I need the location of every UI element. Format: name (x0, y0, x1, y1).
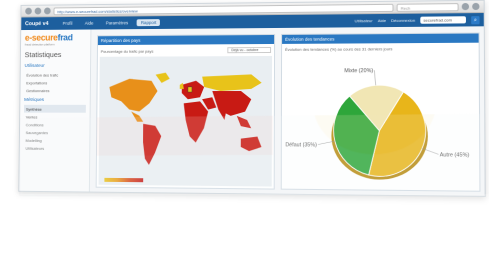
sidebar-item-exportations[interactable]: Exportations (24, 78, 86, 86)
reflection-pie (313, 113, 437, 155)
reflection-map (96, 113, 273, 156)
app-brand[interactable]: Coupé v4 (25, 21, 48, 27)
map-panel-subtitle: Pourcentage du trafic par pays (100, 48, 154, 54)
sidebar-item-synthese[interactable]: Synthèse (23, 104, 86, 113)
menu-profil[interactable]: Profil (59, 20, 76, 27)
reflection-frame (19, 113, 486, 196)
map-region-north-america (109, 78, 158, 112)
menu-rapport[interactable]: Rapport (136, 19, 161, 27)
browser-search-input[interactable]: Rech (396, 2, 459, 12)
map-highlight-marker (188, 87, 192, 92)
period-select[interactable]: Déjà vu - octobre (227, 46, 272, 54)
header-link-help[interactable]: Aide (378, 18, 386, 23)
reflection-fade (0, 194, 489, 276)
map-panel-toolbar: Pourcentage du trafic par pays Déjà vu -… (98, 44, 274, 55)
search-icon[interactable]: ⌕ (471, 15, 480, 24)
menu-aide[interactable]: Aide (81, 20, 97, 27)
pie-label-2: Mixte (20%) (344, 68, 373, 74)
pie-leader-2 (374, 70, 375, 85)
forward-icon[interactable] (34, 7, 42, 15)
menu-parametres[interactable]: Paramètres (102, 19, 132, 26)
map-region-europe (181, 80, 205, 100)
map-region-greenland (155, 72, 170, 83)
menu-icon[interactable] (472, 2, 480, 11)
back-icon[interactable] (25, 7, 32, 15)
account-select[interactable]: securefrad.com (420, 16, 466, 24)
reload-icon[interactable] (44, 7, 51, 15)
map-region-russia (202, 74, 262, 92)
sidebar-item-evolution[interactable]: Évolution des trafic (24, 71, 86, 79)
logo-main: e-secure (24, 32, 58, 43)
page-title: Statistiques (24, 50, 62, 60)
floor-reflection (19, 113, 486, 196)
header-link-user[interactable]: Utilisateur (355, 18, 373, 23)
header-spacer (165, 21, 349, 23)
sidebar-section-metriques: Métriques (24, 98, 45, 103)
logo-tagline: fraud detection platform (24, 42, 55, 47)
map-region-asia (213, 91, 252, 116)
logo: e-securefrad (24, 32, 87, 43)
sidebar-item-gestionnaires[interactable]: Gestionnaires (24, 86, 86, 94)
address-bar[interactable]: http://www.e-securefrad.com/statistics/o… (53, 3, 394, 15)
header-link-logout[interactable]: Déconnexion (391, 18, 415, 23)
logo-accent: frad (57, 32, 73, 43)
map-region-uk (179, 82, 184, 89)
sidebar-section-utilisateur: Utilisateur (24, 63, 45, 69)
home-icon[interactable] (461, 2, 470, 11)
